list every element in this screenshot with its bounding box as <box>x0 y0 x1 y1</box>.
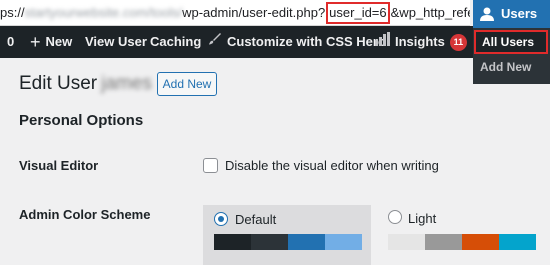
users-menu-title: Users <box>501 6 538 21</box>
url-user-id-highlight: user_id=6 <box>326 2 390 24</box>
swatch <box>214 234 251 250</box>
url-blurred-domain: startyourwebsite.com/tools/ <box>24 5 183 20</box>
address-bar[interactable]: ps://startyourwebsite.com/tools/wp-admin… <box>0 0 470 26</box>
add-new-user-item[interactable]: Add New <box>480 58 531 76</box>
swatch <box>325 234 362 250</box>
css-hero-link[interactable]: Customize with CSS Hero <box>208 26 386 58</box>
light-scheme-radio[interactable] <box>388 210 402 224</box>
default-scheme-name: Default <box>235 212 277 227</box>
bar-chart-icon <box>375 26 390 58</box>
disable-visual-editor-checkbox[interactable] <box>203 158 218 173</box>
all-users-item[interactable]: All Users <box>474 30 548 54</box>
paintbrush-icon <box>208 26 222 58</box>
swatch <box>425 234 462 250</box>
view-user-label: View User <box>85 34 147 49</box>
color-scheme-light[interactable]: Light <box>383 205 543 265</box>
users-menu-header[interactable]: Users <box>473 0 550 28</box>
admin-color-scheme-label: Admin Color Scheme <box>19 207 151 222</box>
swatch <box>499 234 536 250</box>
username-blurred: james <box>101 73 152 94</box>
url-path: wp-admin/user-edit.php? <box>182 5 326 20</box>
customize-label: Customize with CSS Hero <box>227 34 386 49</box>
default-scheme-radio[interactable] <box>214 212 228 226</box>
swatch <box>251 234 288 250</box>
insights-label: Insights <box>395 34 445 49</box>
personal-options-heading: Personal Options <box>19 112 144 129</box>
page-title-text: Edit User <box>19 73 98 94</box>
new-label: New <box>45 34 73 49</box>
color-scheme-default[interactable]: Default <box>203 205 371 265</box>
caching-menu[interactable]: Caching <box>150 26 201 58</box>
url-prefix: ps:// <box>0 5 25 20</box>
url-suffix: &wp_http_referer= <box>390 5 470 20</box>
insights-badge: 11 <box>449 33 467 51</box>
page-title: Edit User james <box>19 73 152 95</box>
new-content-button[interactable]: + New <box>30 26 72 58</box>
user-icon <box>480 7 494 21</box>
comments-count[interactable]: 0 <box>7 26 14 58</box>
disable-visual-editor-text: Disable the visual editor when writing <box>225 158 439 173</box>
insights-menu[interactable]: Insights 11 <box>375 26 467 58</box>
visual-editor-label: Visual Editor <box>19 158 99 173</box>
light-scheme-name: Light <box>408 211 437 226</box>
swatch <box>388 234 425 250</box>
default-scheme-swatches <box>214 234 362 250</box>
admin-bar: 0 + New View User Caching Customize with… <box>0 26 550 58</box>
add-new-button[interactable]: Add New <box>157 72 217 96</box>
swatch <box>288 234 325 250</box>
caching-label: Caching <box>150 34 202 49</box>
view-user-link[interactable]: View User <box>85 26 147 58</box>
plus-icon: + <box>30 32 41 52</box>
users-menu: Users All Users Add New <box>473 0 550 84</box>
swatch <box>462 234 499 250</box>
comments-count-text: 0 <box>7 34 15 49</box>
light-scheme-swatches <box>388 234 536 250</box>
